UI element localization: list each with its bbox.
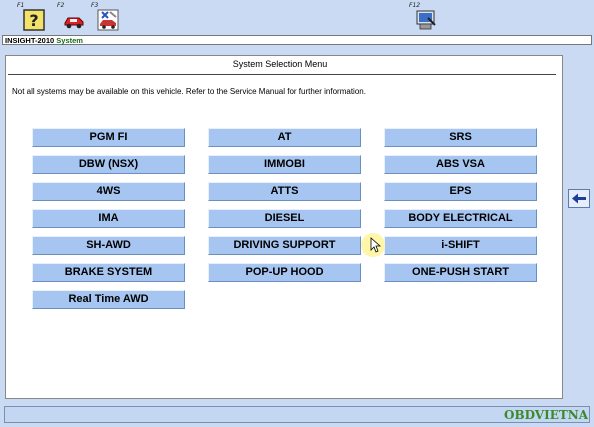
system-button-i-shift[interactable]: i-SHIFT xyxy=(384,236,537,255)
print-screen-icon xyxy=(416,10,436,30)
car-icon xyxy=(64,17,84,29)
car-tools-icon xyxy=(97,9,119,31)
svg-text:?: ? xyxy=(29,11,38,30)
system-button-one-push-start[interactable]: ONE-PUSH START xyxy=(384,263,537,282)
system-button-4ws[interactable]: 4WS xyxy=(32,182,185,201)
vehicle-model: INSIGHT-2010 xyxy=(5,36,55,45)
system-button-ima[interactable]: IMA xyxy=(32,209,185,228)
system-button-eps[interactable]: EPS xyxy=(384,182,537,201)
back-button[interactable] xyxy=(568,189,590,208)
mouse-cursor-icon xyxy=(361,233,385,257)
f2-key-label: F2 xyxy=(57,2,65,9)
system-button-diesel[interactable]: DIESEL xyxy=(208,209,361,228)
f1-key-label: F1 xyxy=(17,2,25,9)
watermark-text: OBDVIETNAM xyxy=(504,408,588,422)
system-button-atts[interactable]: ATTS xyxy=(208,182,361,201)
title-divider xyxy=(8,74,556,75)
system-button-driving-support[interactable]: DRIVING SUPPORT xyxy=(208,236,361,255)
watermark-logo: OBDVIETNAM xyxy=(504,408,588,422)
f12-key-label: F12 xyxy=(409,2,421,9)
breadcrumb-section: System xyxy=(56,36,83,45)
help-question-icon: ? xyxy=(23,9,45,31)
f3-tools-button[interactable]: F3 xyxy=(91,2,119,31)
availability-notice: Not all systems may be available on this… xyxy=(12,87,366,96)
left-arrow-icon xyxy=(572,193,586,204)
f2-vehicle-button[interactable]: F2 xyxy=(57,2,84,31)
system-button-pgm-fi[interactable]: PGM FI xyxy=(32,128,185,147)
system-button-real-time-awd[interactable]: Real Time AWD xyxy=(32,290,185,309)
system-button-srs[interactable]: SRS xyxy=(384,128,537,147)
system-button-at[interactable]: AT xyxy=(208,128,361,147)
toolbar: F1 ? F2 F3 F12 xyxy=(0,0,594,35)
f3-key-label: F3 xyxy=(91,2,99,9)
system-button-body-electrical[interactable]: BODY ELECTRICAL xyxy=(384,209,537,228)
breadcrumb: INSIGHT-2010 System xyxy=(2,35,592,45)
system-button-abs-vsa[interactable]: ABS VSA xyxy=(384,155,537,174)
f12-print-button[interactable]: F12 xyxy=(409,2,436,31)
system-button-brake-system[interactable]: BRAKE SYSTEM xyxy=(32,263,185,282)
page-title: System Selection Menu xyxy=(232,59,328,69)
system-button-immobi[interactable]: IMMOBI xyxy=(208,155,361,174)
system-button-sh-awd[interactable]: SH-AWD xyxy=(32,236,185,255)
system-button-dbw-nsx[interactable]: DBW (NSX) xyxy=(32,155,185,174)
system-selection-panel: System Selection Menu Not all systems ma… xyxy=(5,55,563,399)
system-button-pop-up-hood[interactable]: POP-UP HOOD xyxy=(208,263,361,282)
f1-help-button[interactable]: F1 ? xyxy=(17,2,45,31)
